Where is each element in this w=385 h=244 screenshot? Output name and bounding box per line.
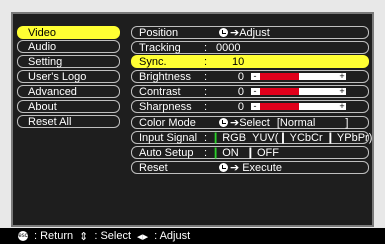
menu-item-setting[interactable]: Setting <box>17 55 120 68</box>
option-on[interactable]: ON <box>222 147 239 159</box>
position-label: Position <box>139 27 179 39</box>
enter-icon <box>219 163 228 172</box>
brightness-slider-fill <box>260 73 299 80</box>
sync-value: 10 <box>232 56 245 68</box>
reset-label: Reset <box>139 162 168 174</box>
input-signal-colon: : <box>204 132 208 144</box>
bracket-close: ] <box>345 117 349 129</box>
tracking-value: 0000 <box>216 42 241 54</box>
arrow-right-icon: ➔ <box>230 162 240 174</box>
reset-value: ➔ Execute <box>219 162 282 174</box>
sharpness-colon: : <box>204 101 208 113</box>
radio-unselected-icon: ❙ <box>278 132 288 144</box>
esc-icon: esc <box>18 231 28 241</box>
contrast-slider-fill <box>260 88 299 95</box>
input-signal-options: ❙ RGB YUV(❙ YCbCr ❙ YPbPr) <box>211 132 372 144</box>
setting-row-sharpness[interactable]: Sharpness : 0 - + <box>131 100 369 113</box>
option-ypbpr[interactable]: YPbPr) <box>337 132 372 144</box>
position-value: ➔Adjust <box>219 27 270 39</box>
tracking-label: Tracking <box>139 42 181 54</box>
setting-row-reset[interactable]: Reset ➔ Execute <box>131 161 369 174</box>
projector-osd-screen: Video Audio Setting User's Logo Advanced… <box>0 0 385 244</box>
brightness-slider[interactable]: - + <box>251 71 346 81</box>
menu-item-users-logo[interactable]: User's Logo <box>17 70 120 83</box>
minus-icon: - <box>253 86 257 96</box>
setting-row-position[interactable]: Position ➔Adjust <box>131 26 369 39</box>
minus-icon: - <box>253 71 257 81</box>
menu-item-video[interactable]: Video <box>17 26 120 39</box>
sync-colon: : <box>204 56 208 68</box>
menu-item-advanced[interactable]: Advanced <box>17 85 120 98</box>
position-action-text: Adjust <box>239 27 270 39</box>
radio-selected-icon: ❙ <box>211 147 221 159</box>
menu-item-about[interactable]: About <box>17 100 120 113</box>
plus-icon: + <box>339 86 345 96</box>
radio-selected-icon: ❙ <box>211 132 221 144</box>
brightness-colon: : <box>204 71 208 83</box>
setting-row-auto-setup[interactable]: Auto Setup : ❙ ON ❙ OFF <box>131 146 369 159</box>
plus-icon: + <box>339 71 345 81</box>
color-mode-action: Select <box>239 117 270 129</box>
tracking-colon: : <box>204 42 208 54</box>
setting-row-tracking[interactable]: Tracking : 0000 <box>131 41 369 54</box>
brightness-value: 0 <box>237 71 244 83</box>
setting-row-input-signal[interactable]: Input Signal : ❙ RGB YUV(❙ YCbCr ❙ YPbPr) <box>131 131 372 144</box>
contrast-slider[interactable]: - + <box>251 86 346 96</box>
enter-icon <box>219 28 228 37</box>
up-down-icon: ⇕ <box>79 230 89 243</box>
color-mode-label: Color Mode <box>139 117 196 129</box>
radio-unselected-icon: ❙ <box>325 132 335 144</box>
input-signal-label: Input Signal <box>139 132 198 144</box>
contrast-colon: : <box>204 86 208 98</box>
contrast-label: Contrast <box>139 86 181 98</box>
arrow-right-icon: ➔ <box>230 117 240 129</box>
left-right-icon: ◂▸ <box>137 230 149 243</box>
footer-return-label: : Return <box>34 230 74 242</box>
auto-setup-colon: : <box>204 147 208 159</box>
menu-item-audio[interactable]: Audio <box>17 40 120 53</box>
sharpness-label: Sharpness <box>139 101 192 113</box>
auto-setup-options: ❙ ON ❙ OFF <box>211 147 279 159</box>
option-ycbcr[interactable]: YCbCr <box>290 132 323 144</box>
radio-unselected-icon: ❙ <box>245 147 255 159</box>
enter-icon <box>219 118 228 127</box>
contrast-value: 0 <box>237 86 244 98</box>
menu-item-reset-all[interactable]: Reset All <box>17 115 120 128</box>
arrow-right-icon: ➔ <box>230 27 240 39</box>
setting-row-brightness[interactable]: Brightness : 0 - + <box>131 70 369 83</box>
color-mode-value: ➔Select [Normal] <box>219 117 348 129</box>
plus-icon: + <box>339 101 345 111</box>
footer-select-label: : Select <box>94 230 132 242</box>
brightness-label: Brightness <box>139 71 191 83</box>
sync-label: Sync. <box>139 56 167 68</box>
color-mode-current: [Normal <box>276 117 316 129</box>
option-off[interactable]: OFF <box>257 147 279 159</box>
footer-hint-bar: esc : Return ⇕ : Select ◂▸ : Adjust <box>0 228 385 244</box>
sharpness-slider[interactable]: - + <box>251 101 346 111</box>
option-yuv[interactable]: YUV( <box>252 132 278 144</box>
setting-row-color-mode[interactable]: Color Mode ➔Select [Normal] <box>131 116 369 129</box>
reset-action-text: Execute <box>242 162 282 174</box>
setting-row-contrast[interactable]: Contrast : 0 - + <box>131 85 369 98</box>
setting-row-sync[interactable]: Sync. : 10 <box>131 55 369 68</box>
auto-setup-label: Auto Setup <box>139 147 194 159</box>
sharpness-value: 0 <box>237 101 244 113</box>
footer-adjust-label: : Adjust <box>154 230 191 242</box>
minus-icon: - <box>253 101 257 111</box>
sharpness-slider-fill <box>260 103 299 110</box>
option-rgb[interactable]: RGB <box>222 132 246 144</box>
